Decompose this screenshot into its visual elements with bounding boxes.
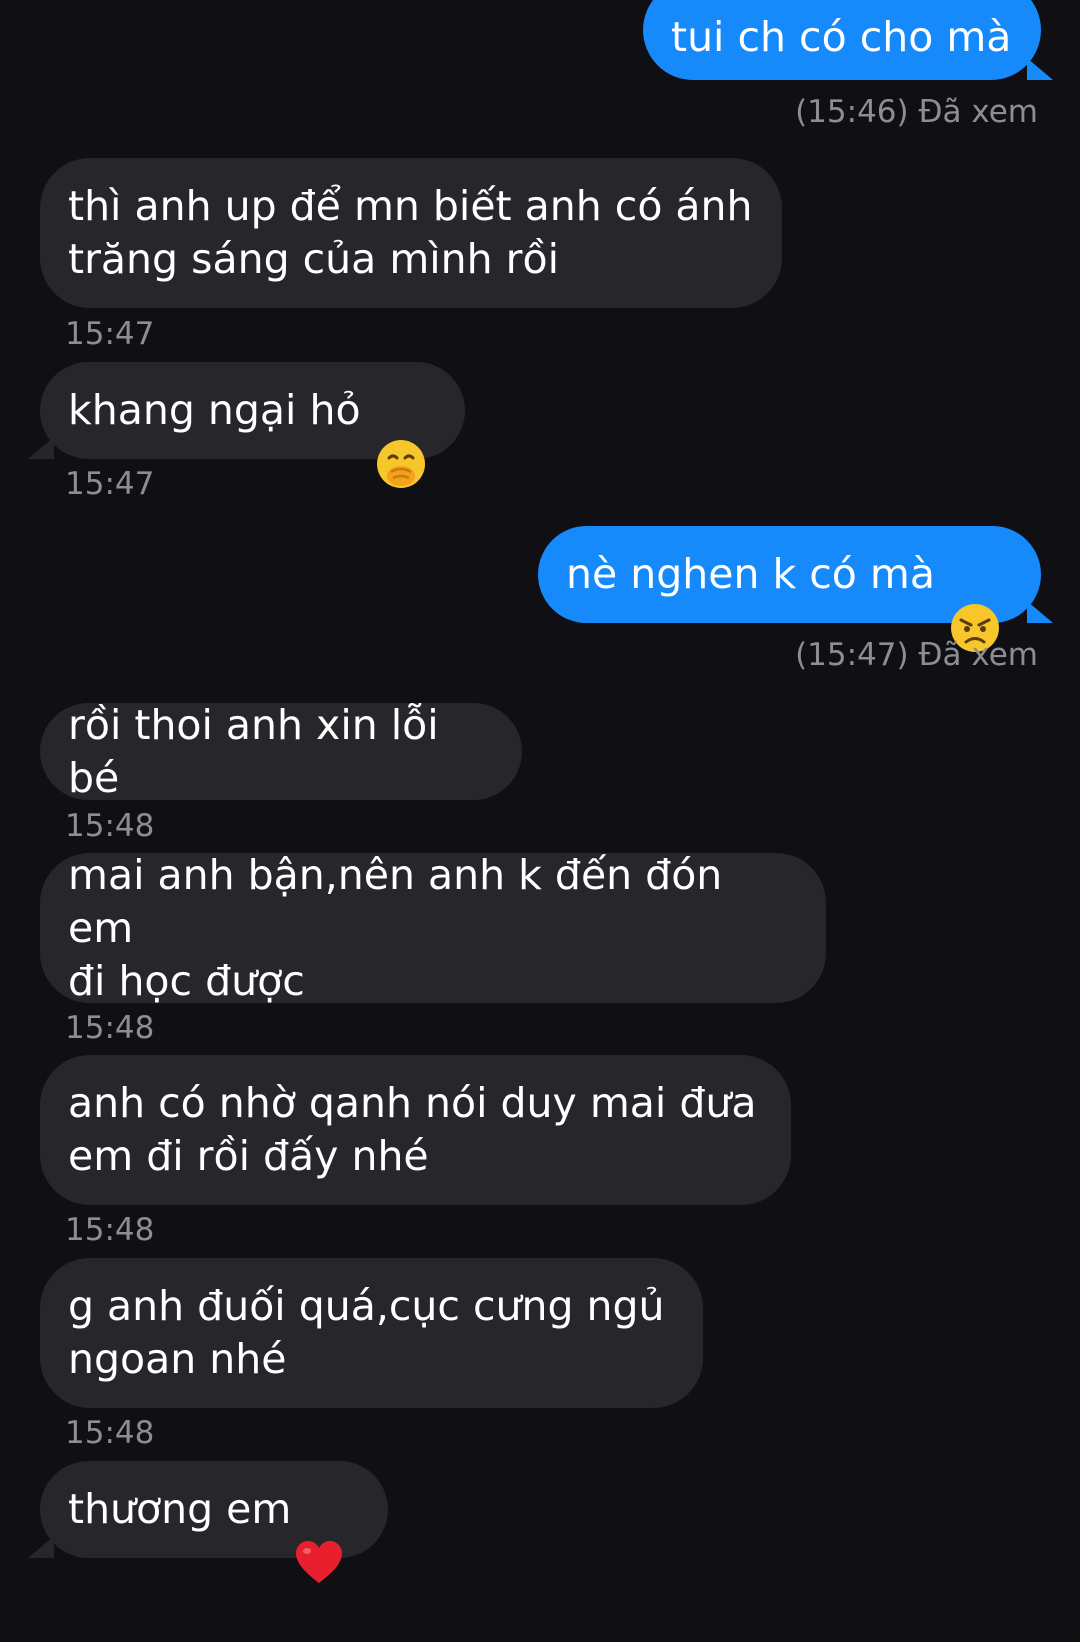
angry-face-icon <box>949 549 1001 652</box>
message-text: anh có nhờ qanh nói duy mai đưa em đi rồ… <box>68 1079 757 1180</box>
message-time: 15:48 <box>65 1415 155 1451</box>
message-bubble-received[interactable]: g anh đuối quá,cục cưng ngủ ngoan nhé <box>40 1258 703 1408</box>
message-text: thương em <box>68 1485 292 1533</box>
message-bubble-received[interactable]: mai anh bận,nên anh k đến đón em đi học … <box>40 851 826 1005</box>
message-bubble-received[interactable]: anh có nhờ qanh nói duy mai đưa em đi rồ… <box>40 1055 791 1205</box>
message-text: g anh đuối quá,cục cưng ngủ ngoan nhé <box>68 1282 665 1383</box>
message-bubble-sent[interactable]: tui ch có cho mà <box>643 0 1053 80</box>
bubble-tail <box>28 1536 54 1558</box>
bubble-tail <box>28 437 54 459</box>
message-text: nè nghen k có mà <box>566 550 935 598</box>
red-heart-icon <box>293 1484 345 1583</box>
message-time: 15:48 <box>65 1010 155 1046</box>
message-bubble-received[interactable]: thương em <box>28 1461 388 1583</box>
message-text: rồi thoi anh xin lỗi bé <box>68 700 439 802</box>
message-time: 15:48 <box>65 1212 155 1248</box>
seen-status: (15:46) Đã xem <box>795 94 1038 130</box>
message-bubble-sent[interactable]: nè nghen k có mà <box>538 526 1053 652</box>
bubble-tail <box>1027 58 1053 80</box>
face-with-hand-over-mouth-icon <box>375 385 427 488</box>
seen-status: (15:47) Đã xem <box>795 637 1038 673</box>
message-time: 15:47 <box>65 466 155 502</box>
message-bubble-received[interactable]: khang ngại hỏ <box>28 362 465 488</box>
message-text: khang ngại hỏ <box>68 386 361 434</box>
message-bubble-received[interactable]: rồi thoi anh xin lỗi bé <box>40 701 522 802</box>
message-time: 15:48 <box>65 808 155 844</box>
message-text: thì anh up để mn biết anh có ánh trăng s… <box>68 182 753 283</box>
message-time: 15:47 <box>65 316 155 352</box>
bubble-tail <box>1027 601 1053 623</box>
message-bubble-received[interactable]: thì anh up để mn biết anh có ánh trăng s… <box>40 158 782 308</box>
message-text: tui ch có cho mà <box>671 12 1012 61</box>
message-text: mai anh bận,nên anh k đến đón em đi học … <box>68 850 723 1005</box>
